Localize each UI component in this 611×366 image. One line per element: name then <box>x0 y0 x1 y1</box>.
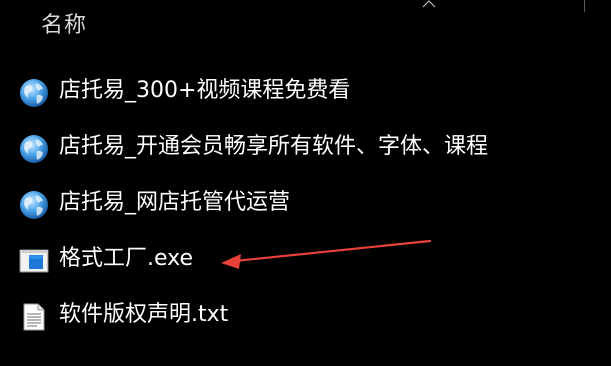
globe-icon <box>20 79 48 107</box>
file-name[interactable]: 店托易_开通会员畅享所有软件、字体、课程 <box>59 130 488 164</box>
file-name[interactable]: 店托易_300+视频课程免费看 <box>59 74 350 108</box>
file-row[interactable]: 店托易_开通会员畅享所有软件、字体、课程 <box>0 126 611 166</box>
file-name[interactable]: 店托易_网店托管代运营 <box>59 186 290 220</box>
column-divider[interactable] <box>584 0 585 12</box>
globe-icon <box>20 191 48 219</box>
file-name[interactable]: 格式工厂.exe <box>59 242 193 276</box>
globe-icon <box>20 135 48 163</box>
file-name[interactable]: 软件版权声明.txt <box>59 298 228 332</box>
file-row[interactable]: 店托易_网店托管代运营 <box>0 182 611 222</box>
file-row[interactable]: 软件版权声明.txt <box>0 294 611 334</box>
exe-app-icon <box>19 249 49 273</box>
sort-chevron-up-icon[interactable] <box>421 0 437 8</box>
text-file-icon <box>23 303 45 331</box>
name-column-header[interactable]: 名称 <box>41 10 87 42</box>
file-row[interactable]: 格式工厂.exe <box>0 238 611 278</box>
file-row[interactable]: 店托易_300+视频课程免费看 <box>0 70 611 110</box>
